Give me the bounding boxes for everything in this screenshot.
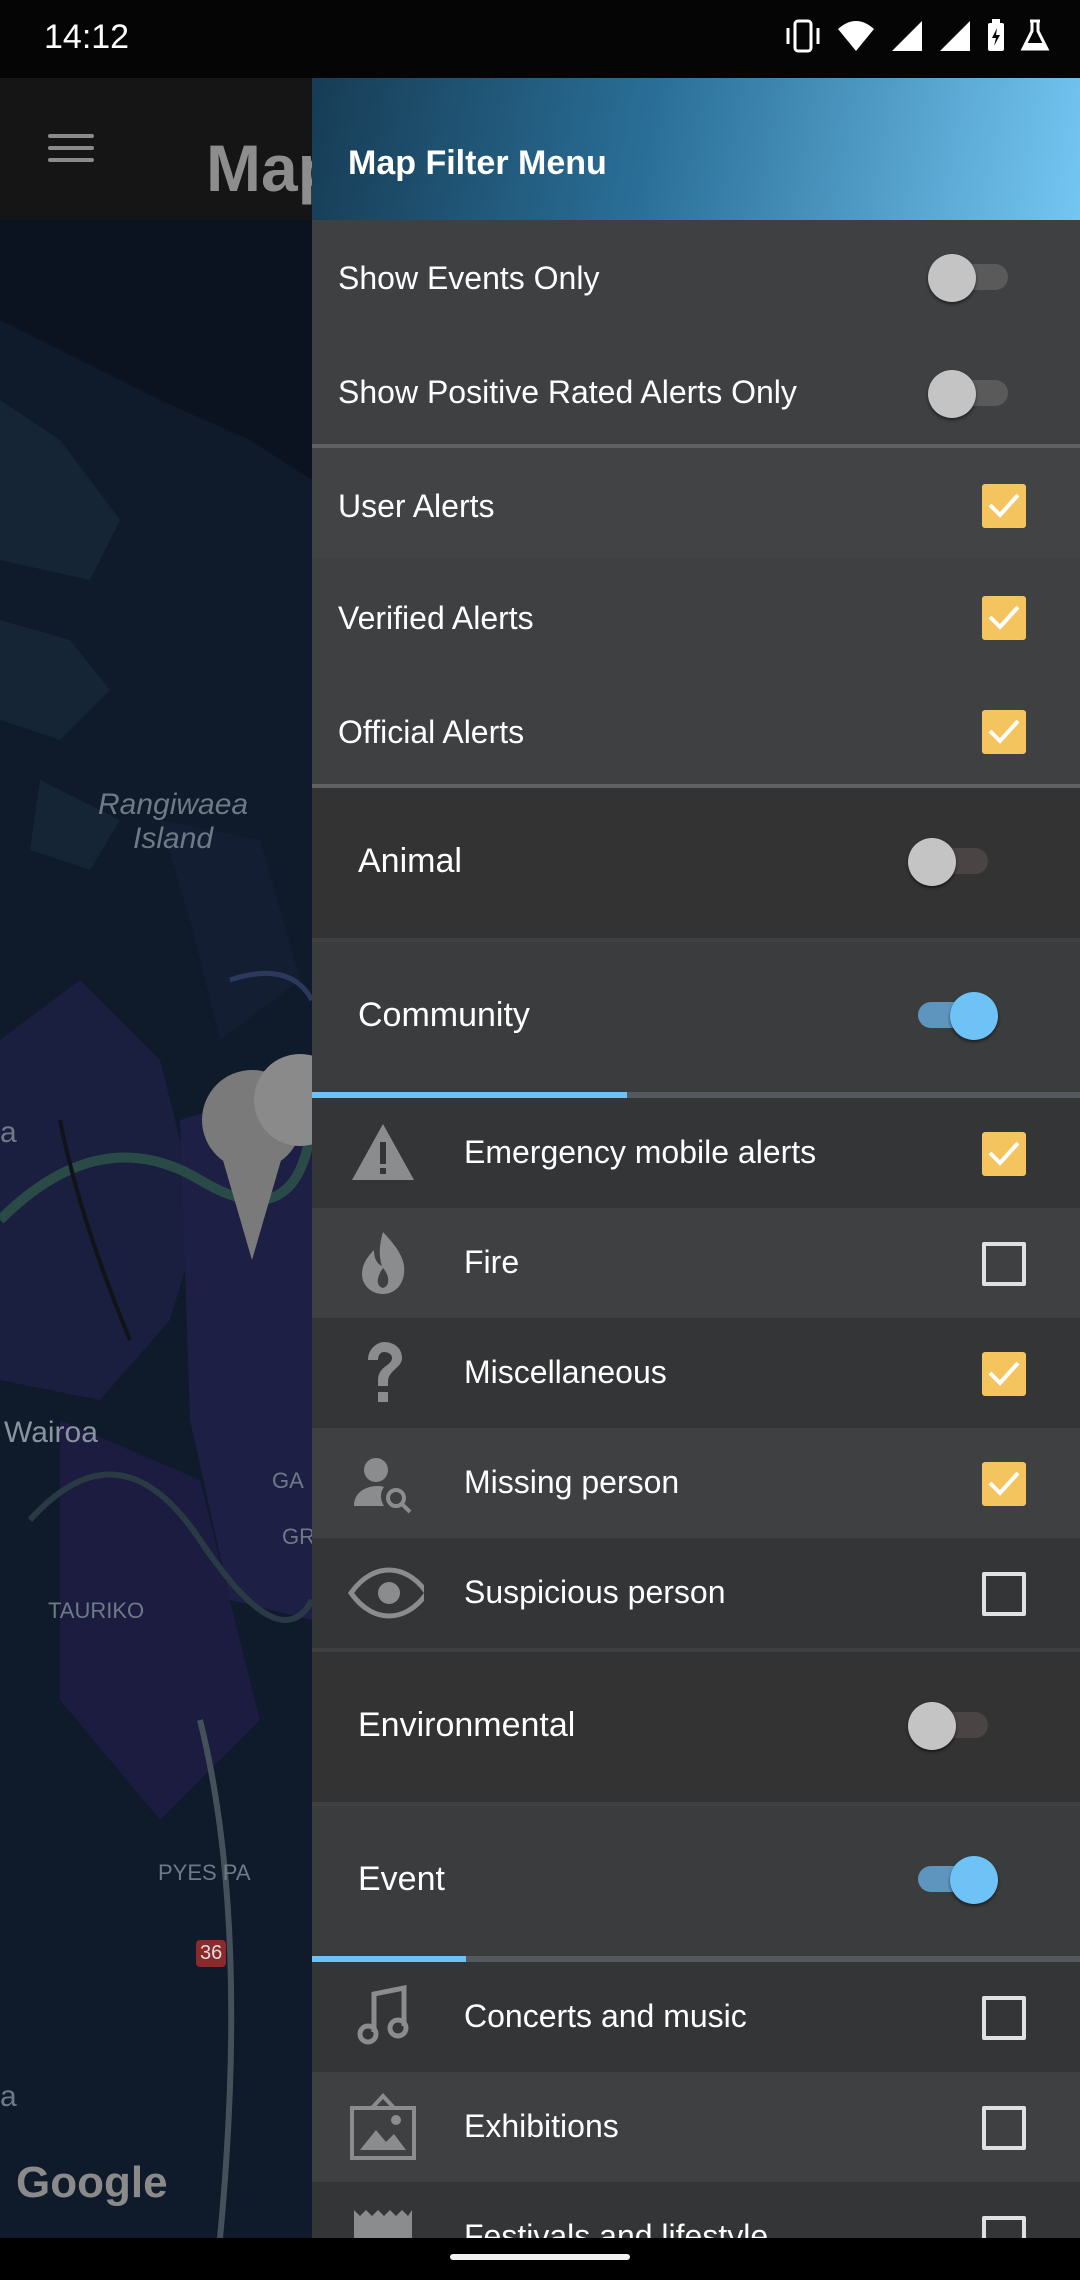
category-event[interactable]: Event [312,1806,1080,1956]
toggle-label: Show Positive Rated Alerts Only [338,374,797,410]
map-view[interactable]: Rangiwaea Island a Wairoa GA GR TAURIKO … [0,220,312,2238]
status-time: 14:12 [44,18,130,56]
status-bar: 14:12 [0,0,1080,78]
alert-row-user[interactable]: User Alerts [312,448,1080,558]
toggle-row-events-only[interactable]: Show Events Only [312,220,1080,334]
app-toolbar: Map [0,78,312,220]
category-community[interactable]: Community [312,942,1080,1092]
animal-switch[interactable] [908,838,998,886]
warning-icon [352,1124,414,1180]
map-route-shield: 36 [196,1940,227,1967]
map-label-island: Rangiwaea Island [98,788,249,855]
item-label: Miscellaneous [464,1354,667,1390]
fire-checkbox[interactable] [982,1242,1026,1286]
list-item-suspicious-person[interactable]: Suspicious person [312,1538,1080,1648]
map-label-gr: GR [282,1524,312,1549]
toggle-label: Show Events Only [338,260,600,296]
alert-row-official[interactable]: Official Alerts [312,672,1080,784]
category-label: Event [358,1860,445,1898]
emergency-checkbox[interactable] [982,1132,1026,1176]
question-icon [368,1342,402,1402]
item-label: Exhibitions [464,2108,619,2144]
miscellaneous-checkbox[interactable] [982,1352,1026,1396]
lab-flask-icon [1020,19,1050,51]
item-label: Festivals and lifestyle [464,2218,769,2238]
app-title: Map [206,131,312,205]
item-label: Suspicious person [464,1574,726,1610]
official-alerts-checkbox[interactable] [982,710,1026,754]
navigation-bar [0,2238,1080,2280]
item-label: Emergency mobile alerts [464,1134,817,1170]
list-item-exhibitions[interactable]: Exhibitions [312,2072,1080,2182]
map-label-wairoa: Wairoa [4,1416,98,1449]
community-switch[interactable] [908,992,998,1040]
positive-only-switch[interactable] [928,370,1018,418]
alert-label: Verified Alerts [338,600,534,636]
category-animal[interactable]: Animal [312,788,1080,938]
category-label: Animal [358,842,462,880]
list-item-festivals[interactable]: Festivals and lifestyle [312,2182,1080,2238]
list-item-missing-person[interactable]: Missing person [312,1428,1080,1538]
user-alerts-checkbox[interactable] [982,484,1026,528]
concerts-checkbox[interactable] [982,1996,1026,2040]
item-label: Fire [464,1244,520,1280]
alert-label: Official Alerts [338,714,525,750]
signal-icon [892,21,922,51]
signal-icon-2 [940,21,970,51]
eye-icon [347,1567,424,1619]
google-logo: Google [16,2158,168,2207]
exhibitions-checkbox[interactable] [982,2106,1026,2150]
category-label: Environmental [358,1706,576,1744]
vibrate-icon [786,19,820,53]
alert-label: User Alerts [338,488,495,524]
list-item-concerts[interactable]: Concerts and music [312,1962,1080,2072]
events-only-switch[interactable] [928,254,1018,302]
category-label: Community [358,996,530,1034]
menu-icon[interactable] [48,134,94,164]
map-label-tauriko: TAURIKO [48,1598,145,1623]
fire-icon [362,1232,405,1294]
verified-alerts-checkbox[interactable] [982,596,1026,640]
map-shapes [0,320,312,2238]
battery-icon [988,19,1004,51]
map-label-ga: GA [272,1468,304,1493]
list-item-fire[interactable]: Fire [312,1208,1080,1318]
drawer-title: Map Filter Menu [348,144,607,182]
suspicious-person-checkbox[interactable] [982,1572,1026,1616]
mask-icon [354,2210,412,2238]
item-label: Concerts and music [464,1998,747,2034]
map-label-edge-a2: a [0,2080,17,2113]
image-icon [350,2093,416,2160]
alert-row-verified[interactable]: Verified Alerts [312,558,1080,672]
list-item-emergency[interactable]: Emergency mobile alerts [312,1098,1080,1208]
status-icons [784,18,1050,54]
map-label-pyes-pa: PYES PA [158,1860,251,1885]
background-map-app: Map Rangiwaea Island a Wairoa GA GR TAUR… [0,78,312,2238]
list-item-miscellaneous[interactable]: Miscellaneous [312,1318,1080,1428]
home-gesture-handle[interactable] [450,2254,630,2260]
missing-person-checkbox[interactable] [982,1462,1026,1506]
map-label-edge-a1: a [0,1116,17,1149]
map-filter-drawer: Map Filter Menu Show Events Only Show Po… [312,0,1080,2238]
category-environmental[interactable]: Environmental [312,1652,1080,1802]
item-label: Missing person [464,1464,680,1500]
person-search-icon [354,1458,412,1514]
festivals-checkbox[interactable] [982,2216,1026,2238]
music-icon [357,1984,409,2045]
wifi-icon [838,21,874,51]
event-switch[interactable] [908,1856,998,1904]
environmental-switch[interactable] [908,1702,998,1750]
toggle-row-positive-only[interactable]: Show Positive Rated Alerts Only [312,334,1080,444]
